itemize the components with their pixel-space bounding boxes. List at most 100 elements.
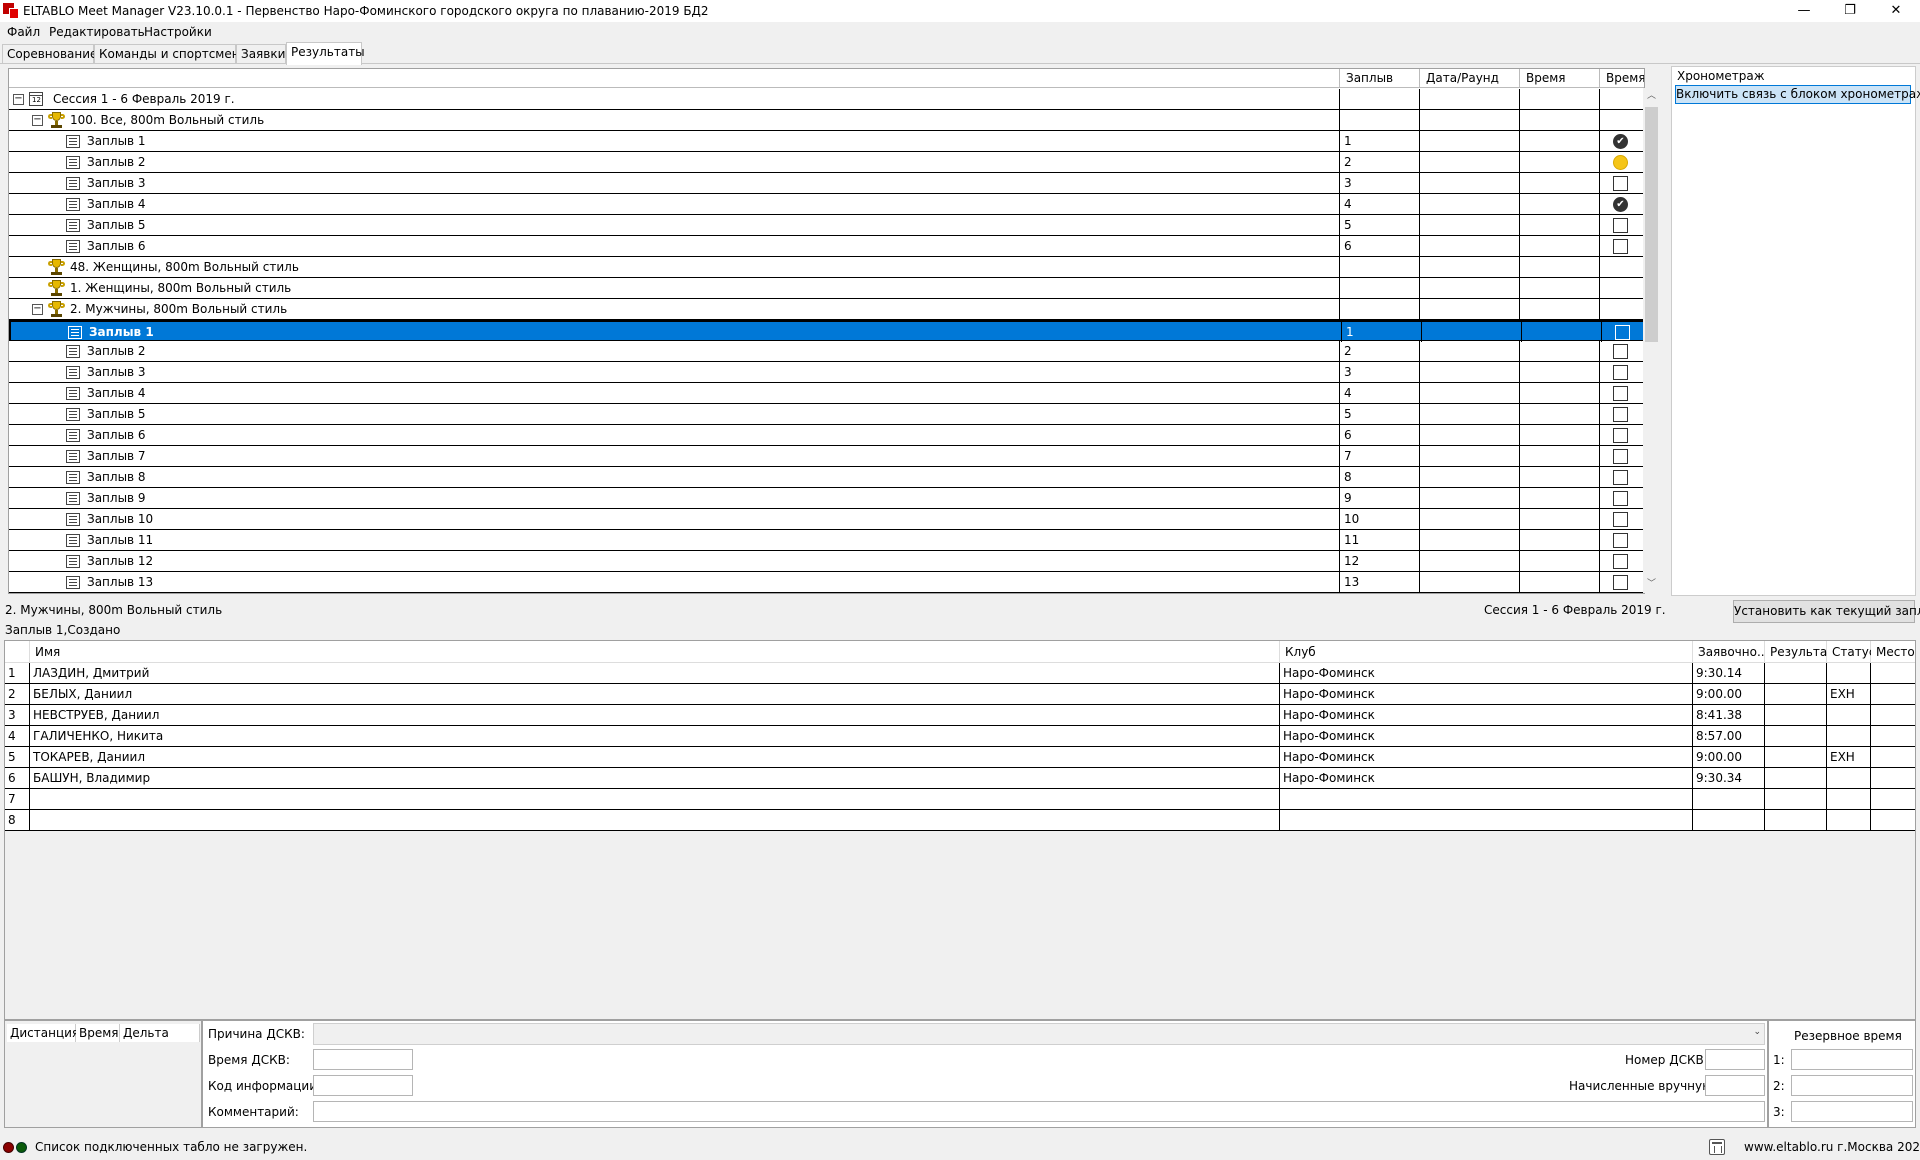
- place-cell[interactable]: [1871, 663, 1915, 683]
- status-checkbox[interactable]: [1613, 575, 1628, 590]
- entry-time-cell[interactable]: 9:30.14: [1693, 663, 1765, 683]
- lanes-header-club[interactable]: Клуб: [1280, 641, 1693, 663]
- tab-entries[interactable]: Заявки: [236, 44, 286, 64]
- entry-time-cell[interactable]: [1693, 810, 1765, 830]
- place-cell[interactable]: [1871, 684, 1915, 704]
- menu-file[interactable]: Файл: [7, 25, 40, 39]
- heat-row[interactable]: Заплыв 5 5: [9, 404, 1644, 425]
- dsq-time-input[interactable]: [313, 1049, 413, 1070]
- lanes-header-status[interactable]: Статус: [1827, 641, 1875, 663]
- status-cell[interactable]: [1827, 726, 1871, 746]
- heat-row[interactable]: Заплыв 9 9: [9, 488, 1644, 509]
- status-checkbox[interactable]: [1613, 176, 1628, 191]
- athlete-name-cell[interactable]: БЕЛЫХ, Даниил: [30, 684, 1280, 704]
- status-cell[interactable]: EXH: [1827, 684, 1871, 704]
- club-cell[interactable]: Наро-Фоминск: [1280, 663, 1693, 683]
- lane-row[interactable]: 8: [5, 810, 1915, 831]
- athlete-name-cell[interactable]: [30, 789, 1280, 809]
- result-cell[interactable]: [1765, 747, 1827, 767]
- tree-header-timing[interactable]: Время: [1600, 69, 1644, 88]
- entry-time-cell[interactable]: 8:57.00: [1693, 726, 1765, 746]
- tab-teams-athletes[interactable]: Команды и спортсмены: [94, 44, 249, 64]
- scroll-up-icon[interactable]: ︿: [1643, 88, 1660, 105]
- manual-points-input[interactable]: [1705, 1075, 1765, 1096]
- event-row[interactable]: 1. Женщины, 800m Вольный стиль: [9, 278, 1644, 299]
- status-checkbox[interactable]: [1613, 365, 1628, 380]
- club-cell[interactable]: Наро-Фоминск: [1280, 747, 1693, 767]
- tab-distance[interactable]: Дистанция: [7, 1024, 79, 1042]
- place-cell[interactable]: [1871, 789, 1915, 809]
- tab-split-time[interactable]: Время: [76, 1024, 120, 1042]
- status-cell[interactable]: [1827, 768, 1871, 788]
- tab-delta[interactable]: Дельта: [120, 1024, 200, 1042]
- result-cell[interactable]: [1765, 663, 1827, 683]
- place-cell[interactable]: [1871, 768, 1915, 788]
- entry-time-cell[interactable]: 8:41.38: [1693, 705, 1765, 725]
- heat-row[interactable]: Заплыв 8 8: [9, 467, 1644, 488]
- result-cell[interactable]: [1765, 789, 1827, 809]
- reserve-time-2-input[interactable]: [1791, 1075, 1913, 1096]
- event-row[interactable]: − 100. Все, 800m Вольный стиль: [9, 110, 1644, 131]
- status-checkbox[interactable]: [1613, 407, 1628, 422]
- status-checkbox[interactable]: [1613, 512, 1628, 527]
- trash-icon[interactable]: [1709, 1139, 1725, 1155]
- club-cell[interactable]: [1280, 789, 1693, 809]
- connect-timing-button[interactable]: Включить связь с блоком хронометража: [1675, 85, 1920, 104]
- heat-row[interactable]: Заплыв 1 1: [9, 320, 1644, 342]
- place-cell[interactable]: [1871, 810, 1915, 830]
- entry-time-cell[interactable]: 9:00.00: [1693, 747, 1765, 767]
- club-cell[interactable]: Наро-Фоминск: [1280, 684, 1693, 704]
- lane-row[interactable]: 2 БЕЛЫХ, Даниил Наро-Фоминск 9:00.00 EXH: [5, 684, 1915, 705]
- heat-row[interactable]: Заплыв 2 2: [9, 152, 1644, 173]
- entry-time-cell[interactable]: 9:00.00: [1693, 684, 1765, 704]
- lanes-header-name[interactable]: Имя: [30, 641, 1280, 663]
- heat-row[interactable]: Заплыв 4 4: [9, 383, 1644, 404]
- athlete-name-cell[interactable]: ГАЛИЧЕНКО, Никита: [30, 726, 1280, 746]
- heat-row[interactable]: Заплыв 6 6: [9, 425, 1644, 446]
- status-checkbox[interactable]: [1613, 554, 1628, 569]
- status-cell[interactable]: [1827, 789, 1871, 809]
- heat-row[interactable]: Заплыв 1 1 ✔: [9, 131, 1644, 152]
- in-progress-icon[interactable]: [1613, 155, 1628, 170]
- result-cell[interactable]: [1765, 810, 1827, 830]
- collapse-toggle-icon[interactable]: −: [13, 94, 24, 105]
- heat-row[interactable]: Заплыв 3 3: [9, 362, 1644, 383]
- lane-row[interactable]: 7: [5, 789, 1915, 810]
- entry-time-cell[interactable]: [1693, 789, 1765, 809]
- heat-row[interactable]: Заплыв 7 7: [9, 446, 1644, 467]
- club-cell[interactable]: Наро-Фоминск: [1280, 726, 1693, 746]
- comment-input[interactable]: [313, 1101, 1765, 1122]
- lanes-header-result[interactable]: Результат: [1765, 641, 1834, 663]
- athlete-name-cell[interactable]: ЛАЗДИН, Дмитрий: [30, 663, 1280, 683]
- heat-row[interactable]: Заплыв 3 3: [9, 173, 1644, 194]
- result-cell[interactable]: [1765, 726, 1827, 746]
- heat-row[interactable]: Заплыв 2 2: [9, 341, 1644, 362]
- entry-time-cell[interactable]: 9:30.34: [1693, 768, 1765, 788]
- result-cell[interactable]: [1765, 705, 1827, 725]
- minimize-button[interactable]: —: [1781, 0, 1827, 22]
- event-row[interactable]: 48. Женщины, 800m Вольный стиль: [9, 257, 1644, 278]
- collapse-toggle-icon[interactable]: −: [32, 115, 43, 126]
- athlete-name-cell[interactable]: ТОКАРЕВ, Даниил: [30, 747, 1280, 767]
- lane-row[interactable]: 3 НЕВСТРУЕВ, Даниил Наро-Фоминск 8:41.38: [5, 705, 1915, 726]
- heat-row[interactable]: Заплыв 12 12: [9, 551, 1644, 572]
- place-cell[interactable]: [1871, 747, 1915, 767]
- status-checkbox[interactable]: [1615, 325, 1630, 340]
- status-cell[interactable]: [1827, 705, 1871, 725]
- club-cell[interactable]: Наро-Фоминск: [1280, 768, 1693, 788]
- dsq-reason-select[interactable]: ⌄: [313, 1023, 1765, 1045]
- lanes-header-place[interactable]: Место: [1871, 641, 1915, 663]
- maximize-button[interactable]: ❐: [1827, 0, 1873, 22]
- completed-check-icon[interactable]: ✔: [1613, 134, 1628, 149]
- chevron-down-icon[interactable]: ⌄: [1753, 1027, 1761, 1037]
- set-current-heat-button[interactable]: Установить как текущий заплыв: [1733, 600, 1920, 623]
- info-code-input[interactable]: [313, 1075, 413, 1096]
- status-cell[interactable]: [1827, 663, 1871, 683]
- lane-row[interactable]: 4 ГАЛИЧЕНКО, Никита Наро-Фоминск 8:57.00: [5, 726, 1915, 747]
- tree-scrollbar[interactable]: ︿ ﹀: [1643, 88, 1660, 593]
- collapse-toggle-icon[interactable]: −: [32, 304, 43, 315]
- tree-header-time[interactable]: Время: [1520, 69, 1600, 88]
- status-checkbox[interactable]: [1613, 470, 1628, 485]
- scroll-down-icon[interactable]: ﹀: [1643, 576, 1660, 593]
- session-row[interactable]: − Сессия 1 - 6 Февраль 2019 г.: [9, 89, 1644, 110]
